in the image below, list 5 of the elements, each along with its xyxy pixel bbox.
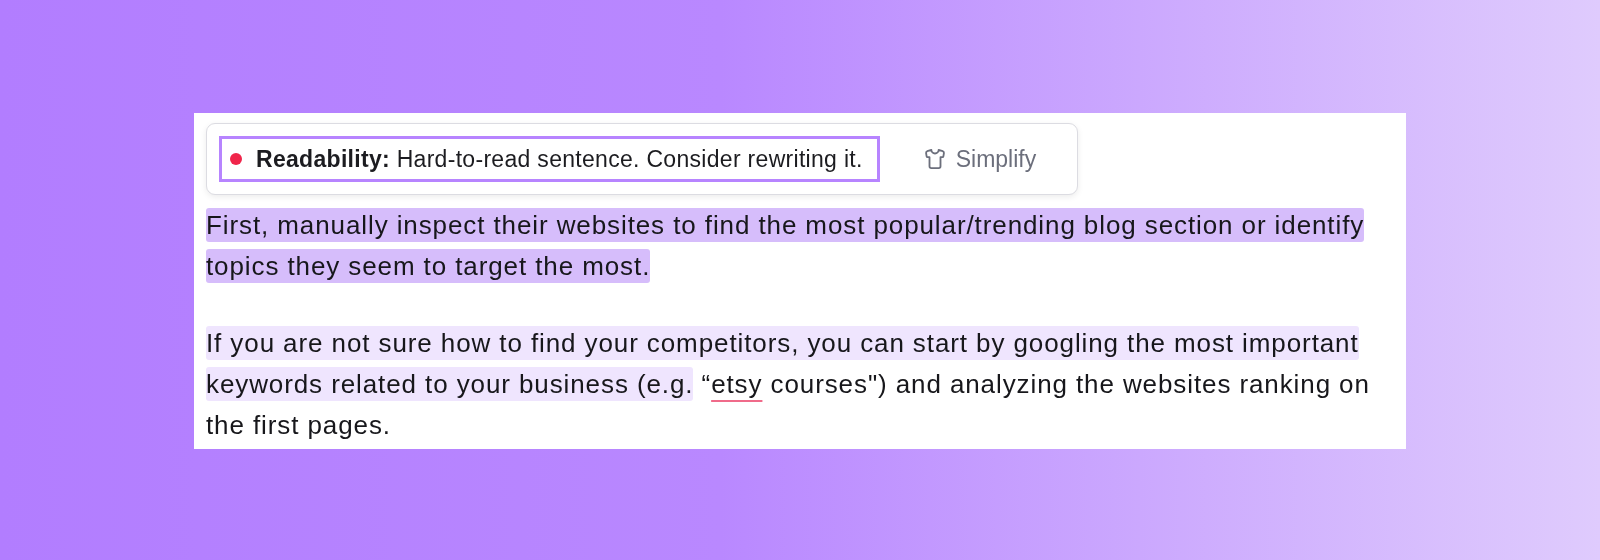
shirt-icon: [923, 148, 946, 170]
paragraph: First, manually inspect their websites to find the most popular/trending blog section or identify topics they seem to target the most.: [206, 207, 1366, 285]
issue-message: Readability: Hard-to-read sentence. Consider rewriting it.: [256, 145, 863, 173]
readability-issue[interactable]: Readability: Hard-to-read sentence. Consider rewriting it.: [219, 136, 880, 182]
paragraph: If you are not sure how to find your competitors, you can start by googling the most important keywords related to your business (e.g. “etsy courses") and analyzing the websites ranking on the first pages.: [206, 325, 1371, 442]
